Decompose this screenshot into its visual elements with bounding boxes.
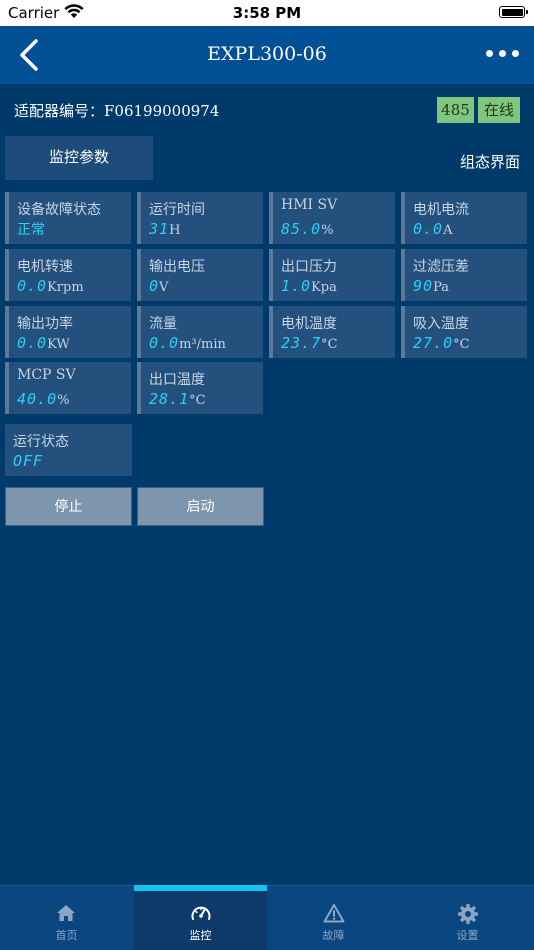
param-value: 31 (149, 220, 170, 238)
param-label: 电机电流 (413, 202, 469, 218)
param-unit: °C (453, 337, 470, 352)
param-label: 设备故障状态 (17, 202, 101, 218)
param-value: 正常 (17, 222, 45, 238)
gauge-icon (191, 903, 211, 920)
status-bar: Carrier 3:58 PM (0, 0, 534, 26)
param-label: 流量 (149, 316, 177, 332)
param-unit: m³/min (179, 337, 226, 352)
param-label: 电机温度 (281, 316, 337, 332)
param-value: 0.0 (413, 220, 444, 238)
tab-fault[interactable]: 故障 (267, 886, 400, 950)
param-label: 输出电压 (149, 259, 205, 275)
tab-config-view[interactable]: 组态界面 (460, 151, 520, 172)
param-unit: °C (321, 337, 338, 352)
param-value: 85.0 (281, 220, 322, 238)
param-unit: Krpm (47, 280, 84, 295)
adapter-id: 适配器编号：F06199000974 (14, 102, 220, 120)
param-card: 过滤压差 90Pa (401, 249, 527, 301)
param-value: 1.0 (281, 277, 312, 295)
bottom-tab-bar: 首页 监控 故障 设置 (0, 885, 534, 950)
param-label: 吸入温度 (413, 316, 469, 332)
param-unit: A (443, 223, 453, 238)
param-card: 吸入温度 27.0°C (401, 306, 527, 358)
param-unit: KW (47, 337, 70, 352)
param-label: 过滤压差 (413, 259, 469, 275)
tab-settings-label: 设置 (456, 929, 479, 942)
param-value: 0.0 (149, 334, 180, 352)
param-unit: H (169, 223, 181, 238)
tab-home[interactable]: 首页 (0, 886, 133, 950)
port-badge: 485 (437, 97, 474, 123)
param-card: 设备故障状态 正常 (5, 192, 131, 244)
home-icon (57, 905, 75, 921)
tab-fault-label: 故障 (322, 929, 345, 942)
param-value: 0.0 (17, 277, 48, 295)
param-value: 28.1 (149, 390, 190, 408)
param-unit: Kpa (311, 280, 337, 295)
param-value: 23.7 (281, 334, 322, 352)
tab-settings[interactable]: 设置 (401, 886, 534, 950)
param-card: HMI SV 85.0% (269, 192, 395, 244)
run-state-value: OFF (13, 452, 44, 470)
tab-monitor[interactable]: 监控 (134, 885, 267, 950)
battery-icon (499, 6, 528, 18)
param-card: MCP SV 40.0% (5, 362, 131, 414)
param-value: 40.0 (17, 390, 58, 408)
gear-icon (458, 904, 478, 924)
param-label: 电机转速 (17, 259, 73, 275)
param-card: 输出功率 0.0KW (5, 306, 131, 358)
param-label: 输出功率 (17, 316, 73, 332)
page-title: EXPL300-06 (207, 43, 327, 65)
param-value: 27.0 (413, 334, 454, 352)
tab-home-label: 首页 (55, 929, 78, 942)
param-card: 电机温度 23.7°C (269, 306, 395, 358)
stop-button[interactable]: 停止 (5, 487, 132, 526)
param-card: 电机转速 0.0Krpm (5, 249, 131, 301)
param-unit: Pa (433, 280, 449, 295)
start-button[interactable]: 启动 (137, 487, 264, 526)
param-label: 运行时间 (149, 202, 205, 218)
param-unit: % (321, 223, 334, 238)
online-status-badge: 在线 (478, 97, 520, 123)
param-card: 运行时间 31H (137, 192, 263, 244)
param-card: 电机电流 0.0A (401, 192, 527, 244)
param-card: 输出电压 0V (137, 249, 263, 301)
run-state-label: 运行状态 (13, 434, 69, 450)
param-unit: V (159, 280, 169, 295)
param-label: 出口压力 (281, 259, 337, 275)
param-value: 0.0 (17, 334, 48, 352)
param-value: 0 (149, 277, 160, 295)
param-unit: % (57, 393, 70, 408)
tab-monitor-label: 监控 (189, 929, 212, 942)
param-card: 流量 0.0m³/min (137, 306, 263, 358)
param-value: 90 (413, 277, 434, 295)
param-card: 出口温度 28.1°C (137, 362, 263, 414)
param-label: MCP SV (17, 367, 76, 383)
param-unit: °C (189, 393, 206, 408)
param-label: 出口温度 (149, 372, 205, 388)
tab-monitor-params[interactable]: 监控参数 (5, 136, 153, 180)
param-label: HMI SV (281, 197, 338, 213)
clock: 3:58 PM (232, 4, 302, 22)
nav-bar: EXPL300-06 (0, 26, 534, 84)
param-card: 出口压力 1.0Kpa (269, 249, 395, 301)
more-options-icon[interactable] (486, 46, 520, 62)
warning-icon (323, 904, 345, 923)
run-state-card: 运行状态 OFF (5, 424, 132, 476)
